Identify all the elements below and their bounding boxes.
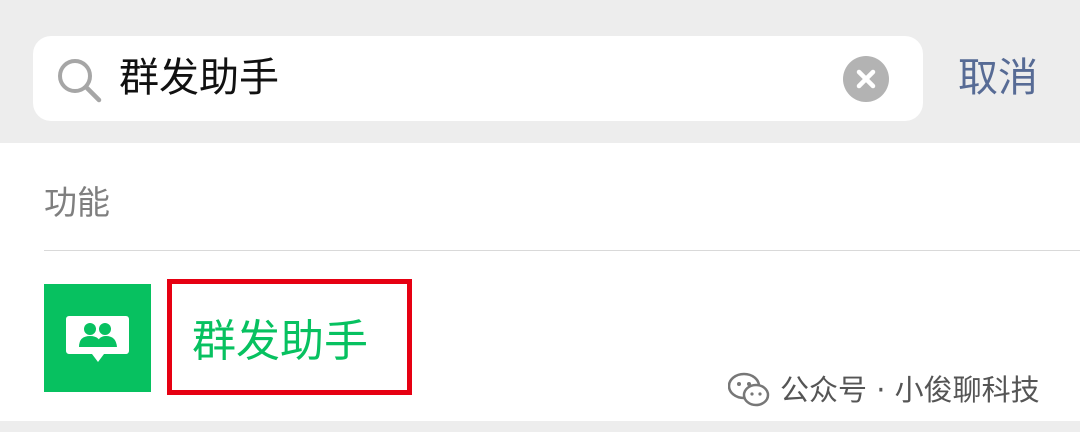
search-input[interactable]: 群发助手	[119, 36, 279, 121]
cancel-button[interactable]: 取消	[958, 36, 1038, 121]
search-bar: 群发助手 取消	[0, 0, 1080, 143]
clear-search-button[interactable]	[843, 56, 889, 102]
watermark: 公众号 · 小俊聊科技	[728, 370, 1040, 410]
group-chat-icon	[44, 284, 151, 392]
wechat-icon	[728, 372, 770, 407]
search-field[interactable]: 群发助手	[33, 36, 923, 121]
bottom-bar	[0, 421, 1080, 432]
watermark-text: 公众号 · 小俊聊科技	[780, 373, 1040, 407]
result-title: 群发助手	[192, 316, 368, 367]
section-header: 功能	[44, 183, 110, 222]
search-icon	[58, 59, 102, 103]
close-icon	[856, 69, 876, 89]
